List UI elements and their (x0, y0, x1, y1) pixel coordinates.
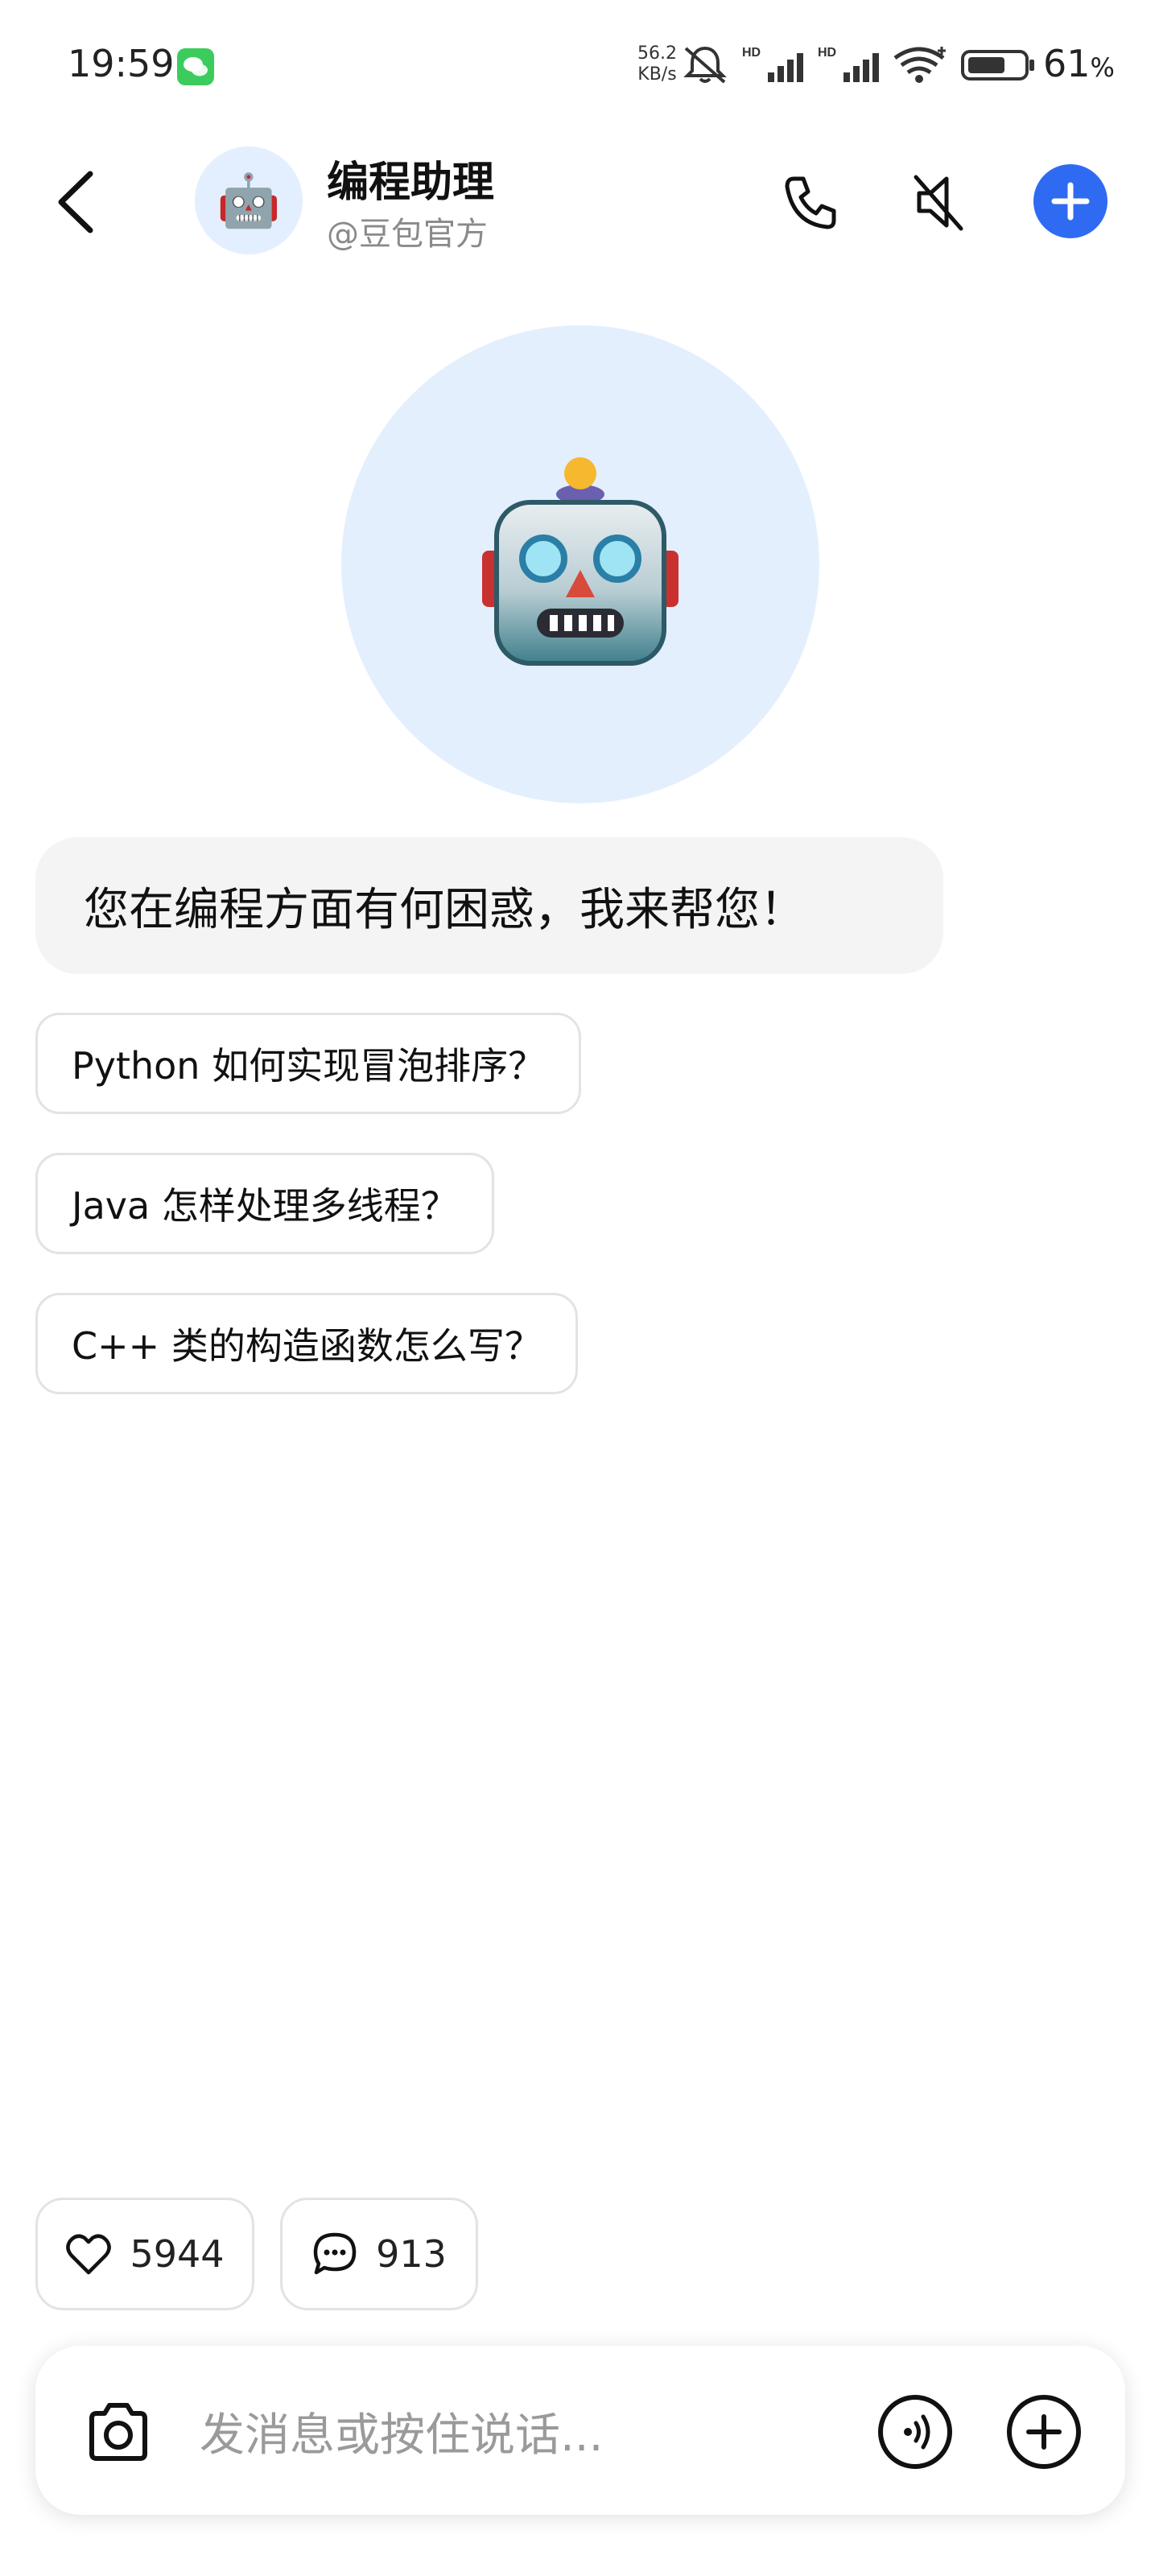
back-icon[interactable] (48, 166, 105, 238)
net-speed-value: 56.2 (637, 43, 677, 64)
net-speed: 56.2 KB/s (637, 43, 677, 85)
status-time: 19:59 (68, 42, 175, 85)
suggestion-text: Java 怎样处理多线程？ (72, 1184, 458, 1228)
bot-name: 编程助理 (327, 159, 495, 207)
bot-handle: @豆包官方 (327, 216, 488, 253)
hd-signal-icon: HD (742, 46, 803, 82)
voice-call-icon[interactable] (876, 2392, 955, 2471)
comment-button[interactable]: 913 (280, 2198, 478, 2310)
more-plus-icon[interactable] (1004, 2392, 1083, 2471)
suggestion-chip[interactable]: C++ 类的构造函数怎么写？ (35, 1293, 578, 1394)
phone-icon[interactable] (774, 166, 847, 238)
like-button[interactable]: 5944 (35, 2198, 254, 2310)
message-input-placeholder: 发消息或按住说话... (200, 2409, 604, 2462)
plus-icon (1051, 182, 1090, 221)
net-speed-unit: KB/s (637, 64, 677, 85)
message-input[interactable]: 发消息或按住说话... (200, 2399, 603, 2464)
battery-percent: 61% (1043, 42, 1115, 85)
svg-text:HD: HD (818, 46, 836, 60)
robot-icon (482, 457, 678, 666)
heart-icon (66, 2234, 112, 2275)
battery-value: 61 (1043, 42, 1091, 85)
avatar[interactable]: 🤖 (195, 147, 303, 254)
battery-icon (961, 50, 1034, 80)
suggestion-text: C++ 类的构造函数怎么写？ (72, 1324, 542, 1368)
wechat-icon (177, 48, 214, 85)
svg-text:HD: HD (742, 46, 761, 60)
bot-avatar-large (341, 325, 819, 803)
mute-bell-icon (683, 46, 727, 84)
suggestion-text: Python 如何实现冒泡排序？ (72, 1044, 546, 1088)
suggestion-chip[interactable]: Python 如何实现冒泡排序？ (35, 1013, 582, 1114)
comment-icon (313, 2232, 357, 2275)
suggestion-chip[interactable]: Java 怎样处理多线程？ (35, 1153, 494, 1254)
avatar-emoji: 🤖 (217, 171, 281, 231)
camera-icon[interactable] (80, 2394, 156, 2470)
greeting-text: 您在编程方面有何困惑，我来帮您！ (84, 883, 805, 936)
wifi-icon (893, 47, 946, 83)
greeting-message: 您在编程方面有何困惑，我来帮您！ (35, 837, 943, 974)
mute-speaker-icon[interactable] (903, 166, 975, 238)
battery-unit: % (1090, 52, 1115, 83)
like-count: 5944 (130, 2232, 225, 2276)
comment-count: 913 (376, 2232, 447, 2276)
hd-signal-icon: HD (818, 46, 879, 82)
add-button[interactable] (1033, 164, 1107, 238)
